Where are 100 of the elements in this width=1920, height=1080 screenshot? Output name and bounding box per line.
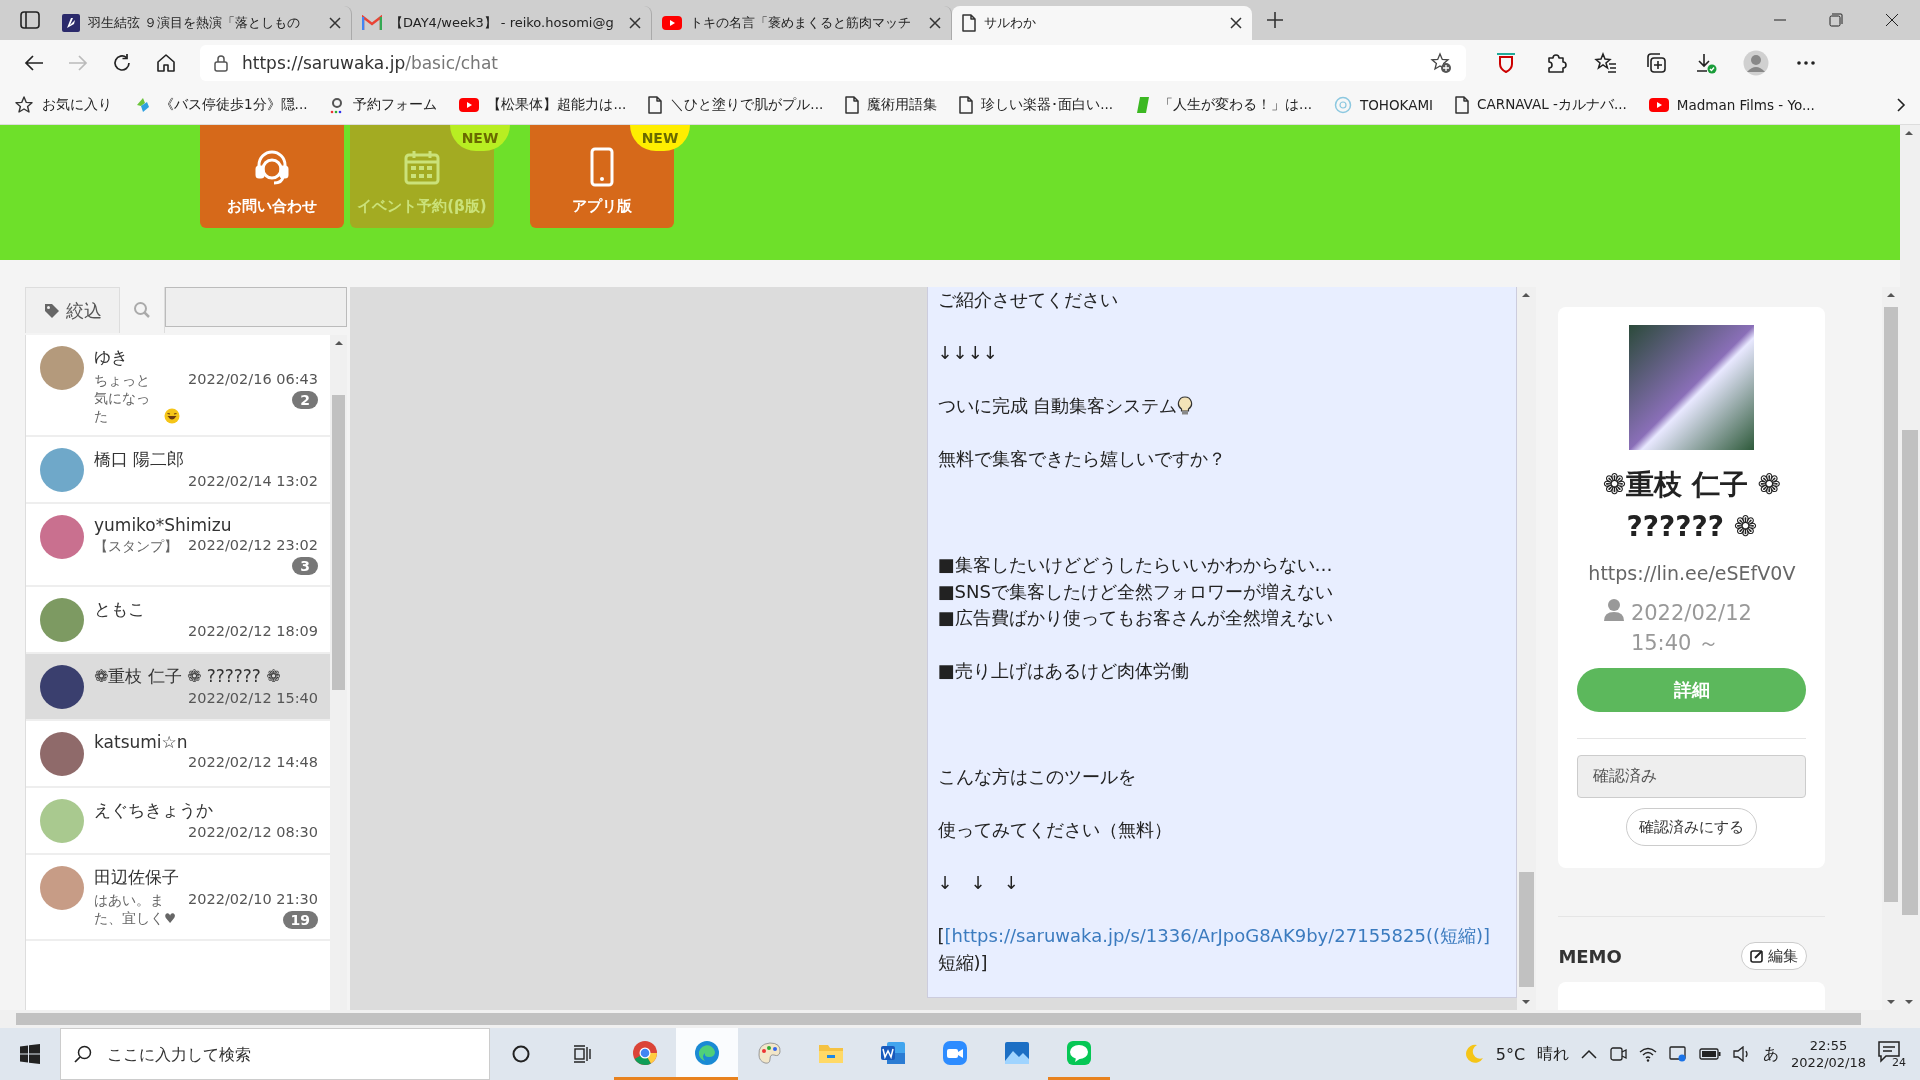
clock[interactable]: 22:55 2022/02/18 <box>1791 1037 1866 1071</box>
video-play-icon <box>1648 98 1669 112</box>
address-field[interactable]: https://saruwaka.jp/basic/chat <box>200 45 1466 81</box>
person-icon <box>1602 598 1625 622</box>
taskbar-search-field[interactable]: ここに入力して検索 <box>60 1028 490 1080</box>
edit-button[interactable]: 編集 <box>1741 942 1808 970</box>
close-icon[interactable] <box>929 17 941 29</box>
chat-bubble-icon <box>1066 1039 1092 1066</box>
scroll-arrow-icon[interactable] <box>1904 998 1914 1006</box>
reload-icon[interactable] <box>112 53 132 73</box>
windows-logo-icon[interactable] <box>20 1044 40 1064</box>
page-icon <box>962 14 976 32</box>
tab-title: 【DAY4/week3】 - reiko.hosomi@g <box>390 14 614 32</box>
wave-logo-icon <box>694 1039 720 1066</box>
shield-icon[interactable] <box>1495 52 1517 74</box>
avatar-placeholder <box>40 799 84 843</box>
filter-tab[interactable]: 絞込 <box>25 287 121 333</box>
new-tab-plus-icon[interactable] <box>1266 11 1284 29</box>
close-icon[interactable] <box>629 17 641 29</box>
scrollbar[interactable] <box>1516 287 1537 1010</box>
tag-icon <box>43 302 60 319</box>
bookmark-link[interactable]: 《バス停徒歩1分》隠... <box>160 96 308 114</box>
browser-tab[interactable]: サルわか <box>952 6 1252 40</box>
page-icon <box>959 96 974 114</box>
page-icon <box>648 96 663 114</box>
scrollbar-thumb[interactable] <box>1902 430 1918 915</box>
contact-name: ❁重枝 仁子 ❁ ?????? ❁ <box>94 665 282 688</box>
chrome-style-icon <box>632 1039 658 1066</box>
scrollbar-thumb[interactable] <box>16 1013 1861 1025</box>
task-view-icon[interactable] <box>573 1045 593 1063</box>
taskbar-app-button[interactable] <box>676 1028 738 1080</box>
bookmark-link[interactable]: 珍しい楽器･面白い... <box>981 96 1114 114</box>
message-time: 2022/02/14 13:02 <box>188 473 319 489</box>
bookmark-link[interactable]: TOHOKAMI <box>1359 97 1434 113</box>
close-icon[interactable] <box>1885 13 1899 27</box>
message-time: 2022/02/12 15:40 <box>188 690 319 706</box>
add-favorite-icon[interactable] <box>1430 52 1452 74</box>
status-field[interactable]: 確認済み <box>1577 755 1807 798</box>
mail-icon <box>362 15 382 31</box>
message-preview: ちょっと気になった <box>94 371 151 425</box>
ime-indicator[interactable]: あ <box>1763 1043 1780 1065</box>
search-field[interactable] <box>165 287 347 327</box>
bookmark-link[interactable]: 魔術用語集 <box>867 96 938 114</box>
restore-icon[interactable] <box>1829 13 1843 27</box>
home-icon[interactable] <box>156 53 176 73</box>
scroll-arrow-icon[interactable] <box>334 339 345 347</box>
mark-confirmed-button[interactable]: 確認済みにする <box>1626 808 1758 846</box>
unread-count-badge: 3 <box>292 557 319 575</box>
video-play-icon <box>662 16 682 30</box>
favorites-list-icon[interactable] <box>1594 52 1618 74</box>
flower-icon <box>1333 96 1352 114</box>
bookmark-link[interactable]: Madman Films - Yo... <box>1676 97 1815 113</box>
message-line: ■売り上げはあるけど肉体労働 <box>937 659 1189 683</box>
close-icon[interactable] <box>1230 17 1242 29</box>
camera-icon[interactable] <box>1609 1046 1628 1062</box>
unread-count-badge: 2 <box>292 391 319 409</box>
bookmark-link[interactable]: ＼ひと塗りで肌がプル... <box>670 96 824 114</box>
document-w-icon <box>880 1040 906 1065</box>
download-icon[interactable] <box>1695 52 1717 74</box>
conversation-item[interactable]: ❁重枝 仁子 ❁ ?????? ❁ 2022/02/12 15:40 <box>26 654 331 721</box>
bookmark-link[interactable]: 【松果体】超能力は... <box>487 96 627 114</box>
avatar-placeholder <box>40 665 84 709</box>
scrollbar-thumb[interactable] <box>332 395 345 690</box>
monitor-icon[interactable] <box>1669 1046 1688 1062</box>
cortana-circle-icon[interactable] <box>512 1045 530 1063</box>
close-icon[interactable] <box>329 17 341 29</box>
chevron-up-icon[interactable] <box>1581 1049 1598 1059</box>
scroll-arrow-icon[interactable] <box>1886 998 1897 1006</box>
profile-avatar-icon[interactable] <box>1743 50 1769 76</box>
unread-count-badge: 19 <box>282 911 319 929</box>
scroll-arrow-icon[interactable] <box>1886 291 1897 299</box>
bookmark-link[interactable]: 予約フォーム <box>353 96 438 114</box>
scrollbar[interactable] <box>330 335 347 1010</box>
back-arrow-icon[interactable] <box>24 54 44 72</box>
scroll-arrow-icon[interactable] <box>1520 291 1531 299</box>
more-options-icon[interactable] <box>1796 60 1816 66</box>
scrollbar-thumb[interactable] <box>1884 307 1898 902</box>
chevron-right-icon[interactable] <box>1896 97 1906 113</box>
bookmark-link[interactable]: 「人生が変わる！」は... <box>1159 96 1312 114</box>
tab-actions-icon[interactable] <box>20 11 40 29</box>
message-line: ■集客したいけどどうしたらいいかわからない… <box>937 553 1333 577</box>
scroll-arrow-icon[interactable] <box>1520 998 1531 1006</box>
scrollbar-thumb[interactable] <box>1518 872 1535 987</box>
scroll-arrow-icon[interactable] <box>1904 129 1914 137</box>
wifi-icon[interactable] <box>1639 1046 1658 1062</box>
bookmark-link[interactable]: お気に入り <box>42 96 112 114</box>
avatar-placeholder <box>40 515 84 559</box>
puzzle-piece-icon[interactable] <box>1545 52 1567 74</box>
favicon-icon <box>62 14 80 32</box>
scrollbar[interactable] <box>0 1010 1920 1028</box>
collections-icon[interactable] <box>1645 52 1667 74</box>
page-icon <box>1455 96 1470 114</box>
url-link[interactable]: [https://saruwaka.jp/s/1336/ArJpoG8AK9by/27155825((短縮)] <box>944 925 1490 946</box>
message-line: 使ってみてください（無料） <box>937 818 1172 842</box>
battery-icon[interactable] <box>1699 1048 1722 1060</box>
scrollbar[interactable] <box>1882 287 1900 1010</box>
header-button[interactable]: お問い合わせ <box>200 125 344 228</box>
tab-title: サルわか <box>984 14 1036 32</box>
scrollbar[interactable] <box>1900 125 1920 1010</box>
bookmark-link[interactable]: CARNAVAL -カルナバ... <box>1477 96 1627 114</box>
